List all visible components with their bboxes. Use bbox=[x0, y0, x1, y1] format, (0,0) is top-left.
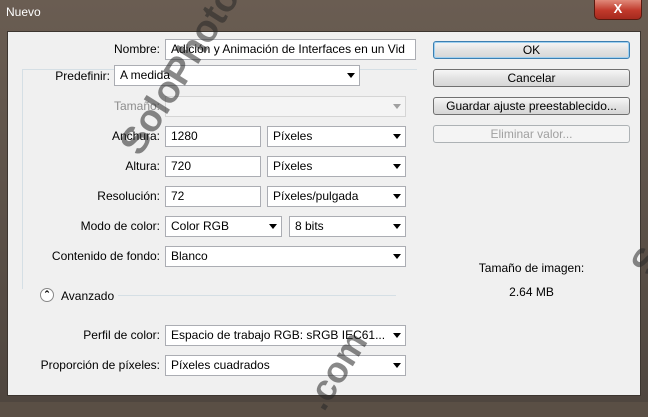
background-value: Blanco bbox=[171, 249, 208, 263]
background-label: Contenido de fondo: bbox=[51, 249, 160, 263]
ok-button[interactable]: OK bbox=[433, 41, 630, 59]
name-label: Nombre: bbox=[113, 42, 160, 56]
pixel-aspect-label: Proporción de píxeles: bbox=[40, 358, 160, 372]
delete-preset-button[interactable]: Eliminar valor... bbox=[433, 125, 630, 143]
close-button[interactable]: X bbox=[594, 0, 642, 20]
advanced-toggle-button[interactable]: ⌃ bbox=[40, 288, 54, 302]
advanced-separator bbox=[118, 295, 396, 296]
background-select[interactable]: Blanco bbox=[165, 246, 406, 267]
advanced-label: Avanzado bbox=[61, 289, 115, 303]
chevron-down-icon bbox=[393, 194, 401, 199]
chevron-down-icon bbox=[393, 134, 401, 139]
pixel-aspect-value: Píxeles cuadrados bbox=[171, 358, 270, 372]
dialog-body: Nombre: Adición y Animación de Interface… bbox=[7, 31, 641, 396]
chevron-down-icon bbox=[393, 104, 401, 109]
chevron-down-icon bbox=[393, 254, 401, 259]
window-title: Nuevo bbox=[6, 5, 41, 19]
height-label: Altura: bbox=[125, 159, 160, 173]
width-unit-value: Píxeles bbox=[273, 129, 313, 143]
width-unit-select[interactable]: Píxeles bbox=[267, 126, 406, 147]
resolution-label: Resolución: bbox=[97, 189, 160, 203]
chevron-down-icon bbox=[347, 73, 355, 78]
bit-depth-value: 8 bits bbox=[295, 219, 324, 233]
height-unit-value: Píxeles bbox=[273, 159, 313, 173]
color-profile-label: Perfil de color: bbox=[83, 328, 160, 342]
width-input[interactable]: 1280 bbox=[165, 126, 261, 147]
preset-label: Predefinir: bbox=[55, 69, 110, 83]
resolution-input[interactable]: 72 bbox=[165, 186, 261, 207]
chevron-down-icon bbox=[393, 333, 401, 338]
cancel-button[interactable]: Cancelar bbox=[433, 69, 630, 87]
image-size-value: 2.64 MB bbox=[509, 285, 554, 299]
dialog-window: Nuevo X Nombre: Adición y Animación de I… bbox=[0, 0, 648, 417]
height-input[interactable]: 720 bbox=[165, 156, 261, 177]
chevron-down-icon bbox=[393, 164, 401, 169]
height-unit-select[interactable]: Píxeles bbox=[267, 156, 406, 177]
color-mode-select[interactable]: Color RGB bbox=[165, 216, 282, 237]
resolution-unit-value: Píxeles/pulgada bbox=[273, 189, 359, 203]
chevron-up-icon: ⌃ bbox=[43, 289, 51, 299]
chevron-down-icon bbox=[269, 224, 277, 229]
color-mode-label: Modo de color: bbox=[80, 219, 160, 233]
image-size-label: Tamaño de imagen: bbox=[478, 261, 585, 275]
color-mode-value: Color RGB bbox=[171, 219, 230, 233]
pixel-aspect-select[interactable]: Píxeles cuadrados bbox=[165, 355, 406, 376]
chevron-down-icon bbox=[393, 363, 401, 368]
chevron-down-icon bbox=[393, 224, 401, 229]
size-select[interactable] bbox=[165, 96, 406, 117]
resolution-unit-select[interactable]: Píxeles/pulgada bbox=[267, 186, 406, 207]
bit-depth-select[interactable]: 8 bits bbox=[289, 216, 406, 237]
save-preset-button[interactable]: Guardar ajuste preestablecido... bbox=[433, 97, 630, 115]
